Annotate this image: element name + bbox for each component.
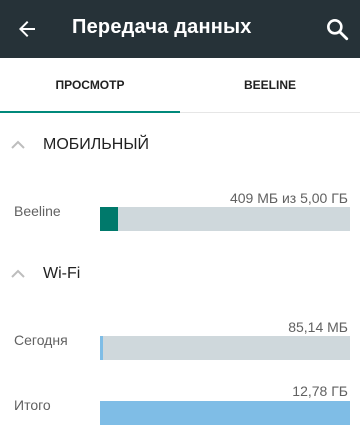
total-usage-fill — [100, 401, 350, 425]
tab-beeline[interactable]: BEELINE — [180, 58, 360, 112]
today-usage-value: 85,14 МБ — [288, 319, 348, 335]
tab-bar: ПРОСМОТР BEELINE — [0, 58, 360, 113]
section-wifi-header[interactable]: Wi-Fi — [0, 257, 360, 293]
today-label: Сегодня — [14, 332, 68, 348]
page-title: Передача данных — [72, 16, 252, 38]
app-bar: Передача данных — [0, 0, 360, 58]
arrow-back-icon[interactable] — [14, 17, 40, 41]
search-icon[interactable] — [324, 16, 350, 42]
beeline-usage-fill — [100, 207, 118, 231]
beeline-label: Beeline — [14, 203, 61, 219]
today-usage-fill — [100, 336, 103, 360]
today-usage-bar — [100, 336, 350, 360]
beeline-usage-bar — [100, 207, 350, 231]
tab-overview[interactable]: ПРОСМОТР — [0, 58, 180, 112]
chevron-up-icon — [11, 140, 25, 149]
section-mobile-header[interactable]: МОБИЛЬНЫЙ — [0, 128, 360, 164]
total-usage-value: 12,78 ГБ — [292, 383, 348, 399]
beeline-usage-value: 409 МБ из 5,00 ГБ — [229, 190, 348, 206]
tab-indicator — [0, 111, 180, 113]
tab-beeline-label: BEELINE — [243, 78, 296, 92]
tab-overview-label: ПРОСМОТР — [55, 78, 125, 92]
section-wifi-title: Wi-Fi — [43, 265, 81, 282]
total-usage-bar — [100, 401, 350, 425]
section-mobile-title: МОБИЛЬНЫЙ — [43, 136, 149, 153]
chevron-up-icon — [11, 269, 25, 278]
total-label: Итого — [14, 397, 51, 413]
